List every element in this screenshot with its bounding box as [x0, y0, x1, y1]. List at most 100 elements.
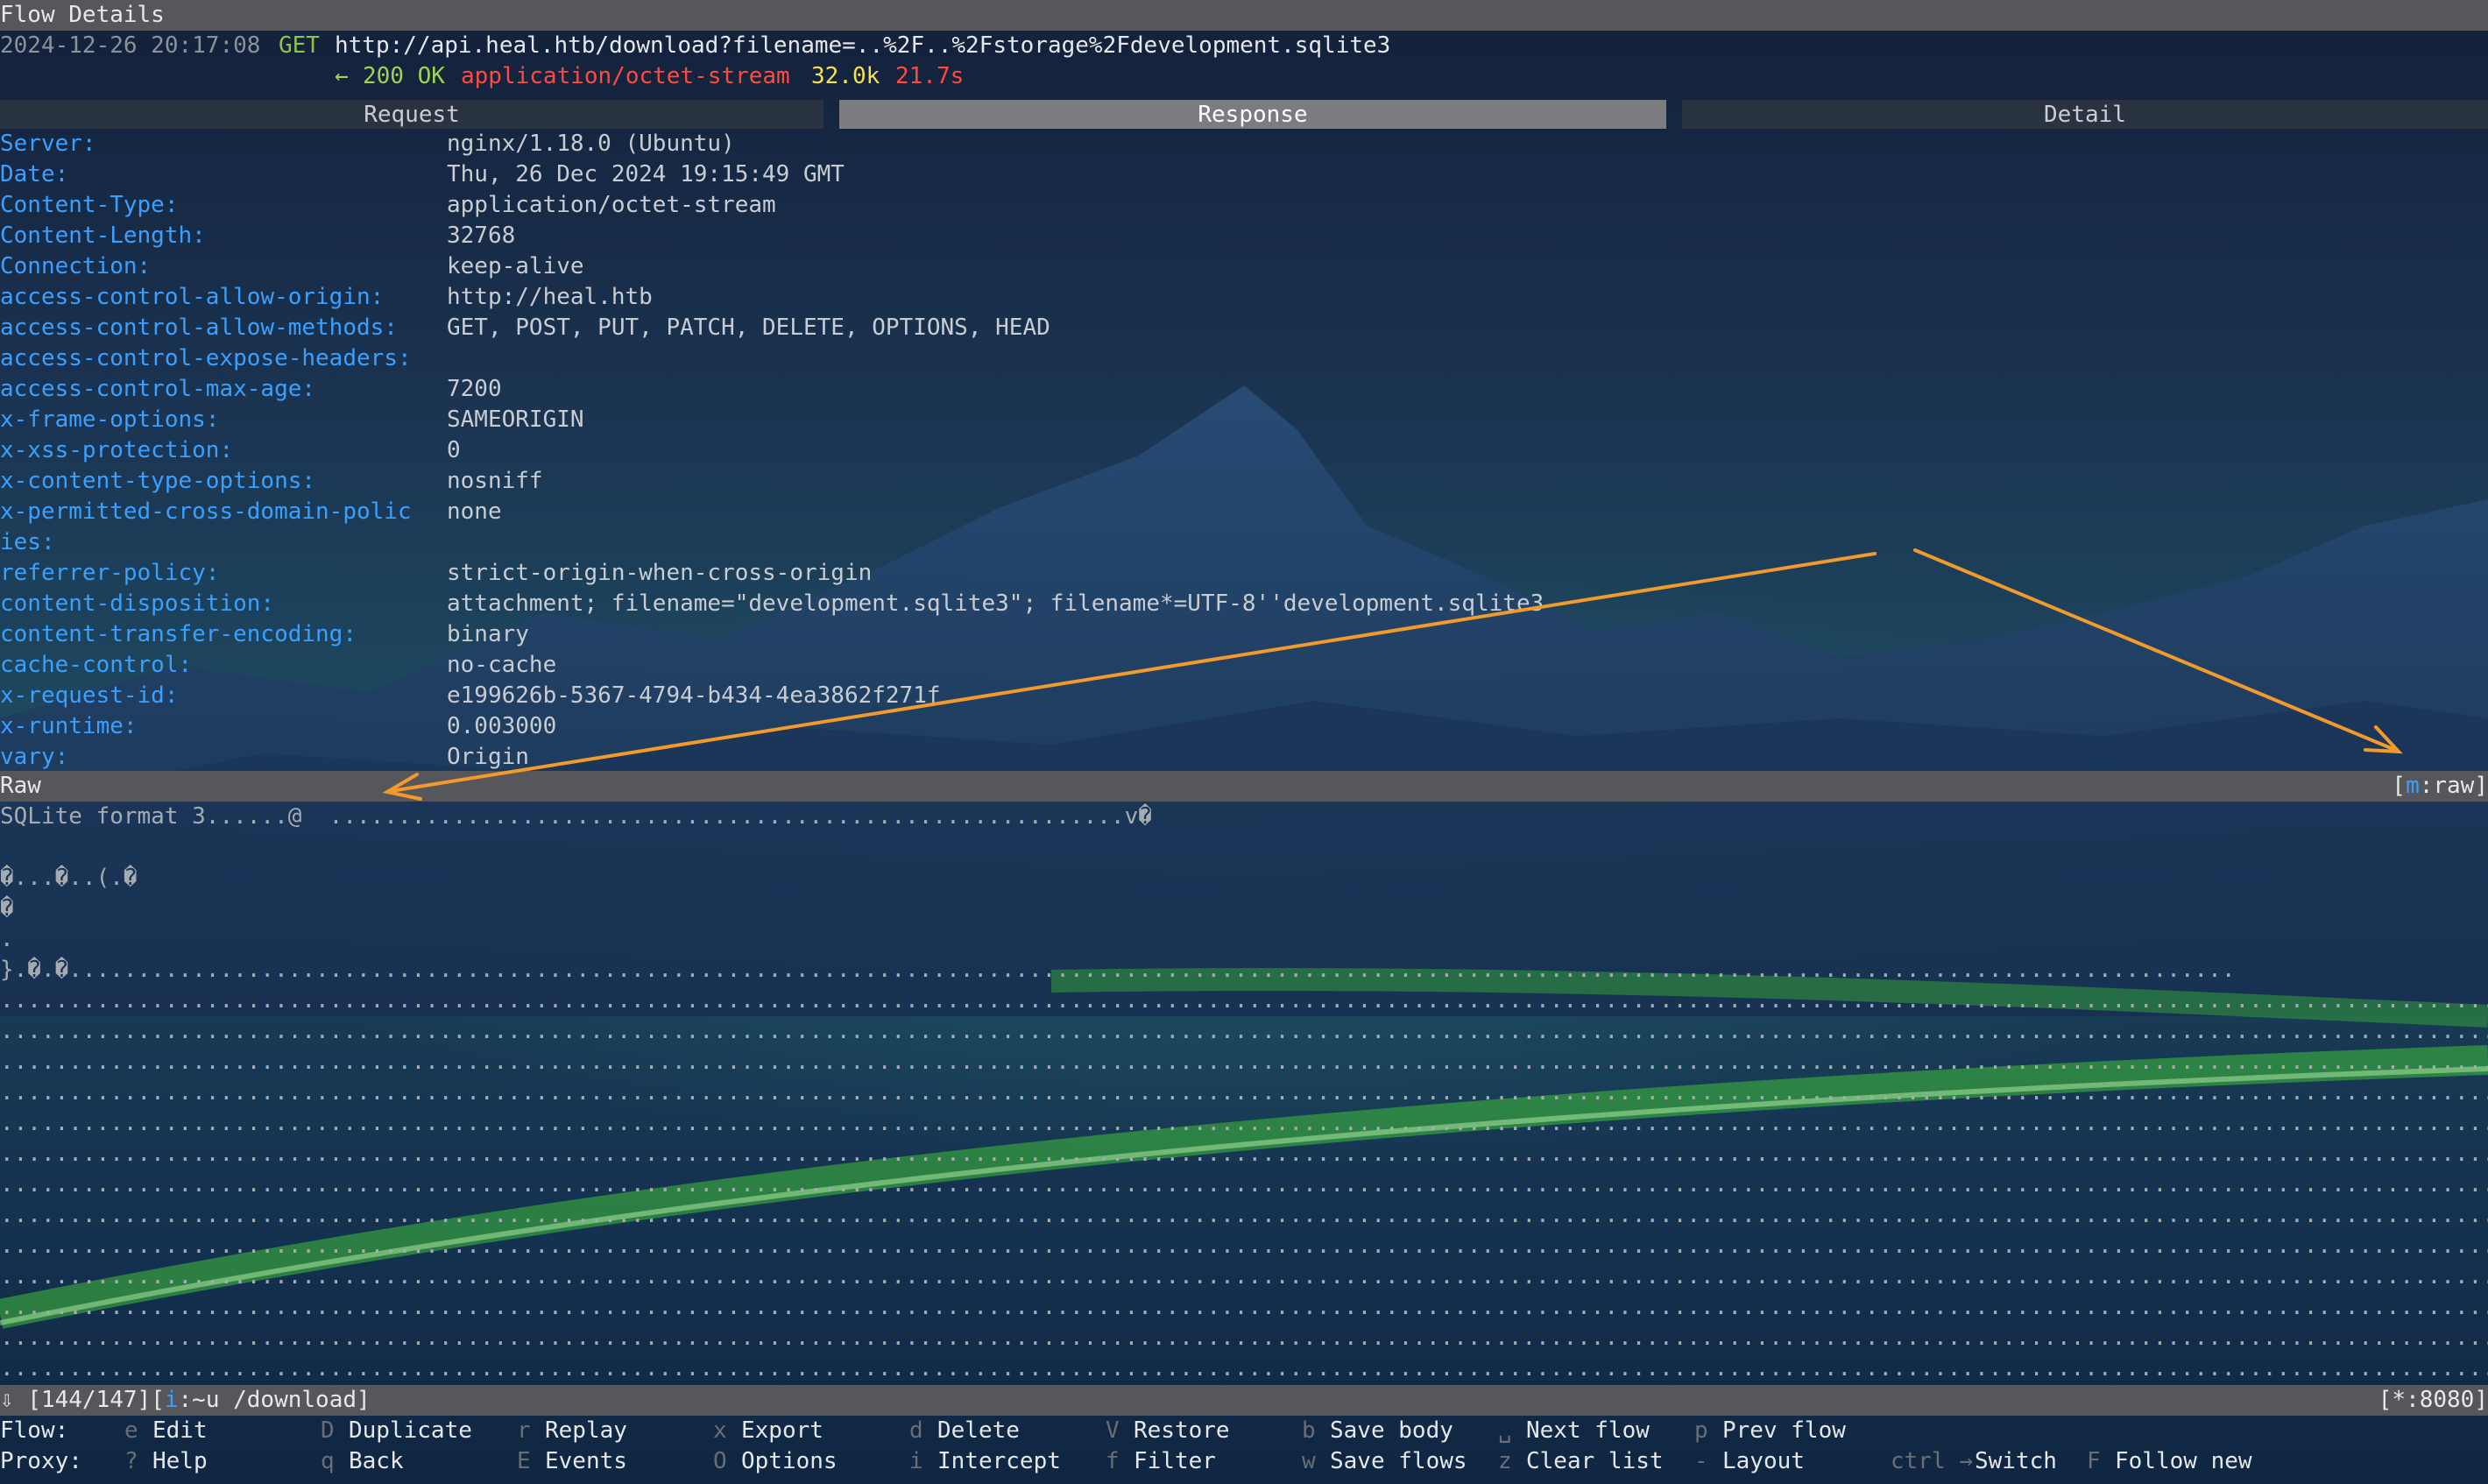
- header-key: access-control-allow-methods:: [0, 314, 398, 341]
- scroll-arrow-icon: ⇩: [0, 1387, 14, 1413]
- flow-keybindings-title: Flow:: [0, 1417, 69, 1444]
- response-duration: 21.7s: [895, 63, 965, 89]
- response-arrow: ←: [335, 63, 349, 89]
- header-value: 32768: [447, 223, 516, 249]
- restore-command[interactable]: Restore: [1134, 1416, 1230, 1446]
- detail-tabs: Request Response Detail: [0, 100, 2488, 129]
- header-key: Content-Length:: [0, 223, 206, 249]
- header-value: 7200: [447, 376, 502, 402]
- switch-key: ctrl →: [1891, 1448, 1973, 1474]
- title-bar: Flow Details: [0, 0, 2488, 31]
- options-command[interactable]: Options: [741, 1446, 838, 1477]
- tab-request[interactable]: Request: [0, 100, 823, 129]
- header-value: http://heal.htb: [447, 284, 653, 310]
- flow-method: GET: [279, 32, 320, 59]
- save-flows-key: w: [1302, 1448, 1316, 1474]
- save-flows-command[interactable]: Save flows: [1330, 1446, 1467, 1477]
- follow-new-command[interactable]: Follow new: [2115, 1446, 2252, 1477]
- options-key: O: [713, 1448, 727, 1474]
- proxy-keybindings-title: Proxy:: [0, 1448, 82, 1474]
- raw-line: SQLite format 3......@ .................…: [0, 803, 1152, 830]
- raw-line: ........................................…: [0, 1079, 2488, 1106]
- raw-line: }.�.�...................................…: [0, 957, 2236, 983]
- events-command[interactable]: Events: [545, 1446, 627, 1477]
- layout-command[interactable]: Layout: [1722, 1446, 1805, 1477]
- header-key: x-xss-protection:: [0, 437, 234, 463]
- replay-command[interactable]: Replay: [545, 1416, 627, 1446]
- proxy-address: [*:8080]: [2378, 1387, 2488, 1413]
- intercept-command[interactable]: Intercept: [937, 1446, 1061, 1477]
- raw-line: ........................................…: [0, 1355, 2488, 1382]
- raw-line: ........................................…: [0, 1018, 2488, 1044]
- prev-flow-key: p: [1694, 1417, 1708, 1444]
- header-value: 0.003000: [447, 713, 557, 739]
- tab-response[interactable]: Response: [839, 100, 1666, 129]
- raw-view-label: Raw: [0, 773, 41, 799]
- next-flow-key: ␣: [1498, 1417, 1512, 1444]
- flow-position: [144/147]: [27, 1387, 152, 1413]
- header-value: none: [447, 498, 502, 525]
- header-key: Connection:: [0, 253, 152, 279]
- layout-key: -: [1694, 1448, 1708, 1474]
- raw-line: ........................................…: [0, 1202, 2488, 1228]
- back-command[interactable]: Back: [349, 1446, 404, 1477]
- header-key: access-control-allow-origin:: [0, 284, 385, 310]
- filter-command[interactable]: Filter: [1134, 1446, 1216, 1477]
- next-flow-command[interactable]: Next flow: [1526, 1416, 1650, 1446]
- intercept-open: [: [151, 1387, 165, 1413]
- header-key: cache-control:: [0, 652, 193, 678]
- duplicate-key: D: [321, 1417, 335, 1444]
- restore-key: V: [1106, 1417, 1120, 1444]
- header-key: x-runtime:: [0, 713, 138, 739]
- header-key: x-frame-options:: [0, 406, 220, 433]
- header-key: Date:: [0, 161, 69, 187]
- prev-flow-command[interactable]: Prev flow: [1722, 1416, 1846, 1446]
- raw-line: ........................................…: [0, 1141, 2488, 1167]
- edit-command[interactable]: Edit: [152, 1416, 208, 1446]
- header-value: application/octet-stream: [447, 192, 776, 218]
- status-bar: ⇩ [144/147][i:~u /download] [*:8080]: [0, 1385, 2488, 1416]
- raw-view-bar: Raw [m:raw]: [0, 771, 2488, 802]
- response-status: 200 OK: [363, 63, 445, 89]
- header-value: nginx/1.18.0 (Ubuntu): [447, 131, 735, 157]
- raw-line: ........................................…: [0, 1233, 2488, 1259]
- status-left: ⇩ [144/147][i:~u /download]: [0, 1385, 371, 1416]
- raw-line: ........................................…: [0, 1294, 2488, 1320]
- raw-line: .: [0, 926, 14, 952]
- intercept-filter: :~u /download]: [178, 1387, 371, 1413]
- export-command[interactable]: Export: [741, 1416, 823, 1446]
- raw-body[interactable]: SQLite format 3......@ .................…: [0, 802, 2488, 1385]
- response-content-type: application/octet-stream: [461, 63, 790, 89]
- response-size: 32.0k: [811, 63, 880, 89]
- edit-key: e: [124, 1417, 138, 1444]
- header-key: access-control-expose-headers:: [0, 345, 412, 371]
- save-body-command[interactable]: Save body: [1330, 1416, 1453, 1446]
- proxy-keybindings: Proxy: ? Help q Back E Events O Options i Int…: [0, 1446, 2488, 1477]
- clear-list-command[interactable]: Clear list: [1526, 1446, 1664, 1477]
- raw-line: ........................................…: [0, 1263, 2488, 1290]
- header-value: binary: [447, 621, 529, 647]
- header-key: x-permitted-cross-domain-polic: [0, 498, 412, 525]
- events-key: E: [517, 1448, 531, 1474]
- delete-command[interactable]: Delete: [937, 1416, 1020, 1446]
- header-key: Content-Type:: [0, 192, 179, 218]
- view-mode-open: [: [2392, 773, 2407, 799]
- replay-key: r: [517, 1417, 531, 1444]
- tab-detail[interactable]: Detail: [1682, 100, 2488, 129]
- follow-new-key: F: [2087, 1448, 2101, 1474]
- back-key: q: [321, 1448, 335, 1474]
- header-value: e199626b-5367-4794-b434-4ea3862f271f: [447, 682, 941, 709]
- header-key: ies:: [0, 529, 55, 555]
- raw-line: �: [0, 895, 14, 922]
- raw-line: ........................................…: [0, 1049, 2488, 1075]
- switch-command[interactable]: Switch: [1975, 1446, 2057, 1477]
- filter-key: f: [1106, 1448, 1120, 1474]
- help-command[interactable]: Help: [152, 1446, 208, 1477]
- window-title: Flow Details: [0, 2, 165, 28]
- flow-url: http://api.heal.htb/download?filename=..…: [335, 32, 1391, 59]
- view-mode-indicator[interactable]: [m:raw]: [2392, 771, 2488, 802]
- raw-line: ........................................…: [0, 1171, 2488, 1198]
- header-value: GET, POST, PUT, PATCH, DELETE, OPTIONS, …: [447, 314, 1050, 341]
- duplicate-command[interactable]: Duplicate: [349, 1416, 472, 1446]
- raw-line: ........................................…: [0, 1110, 2488, 1136]
